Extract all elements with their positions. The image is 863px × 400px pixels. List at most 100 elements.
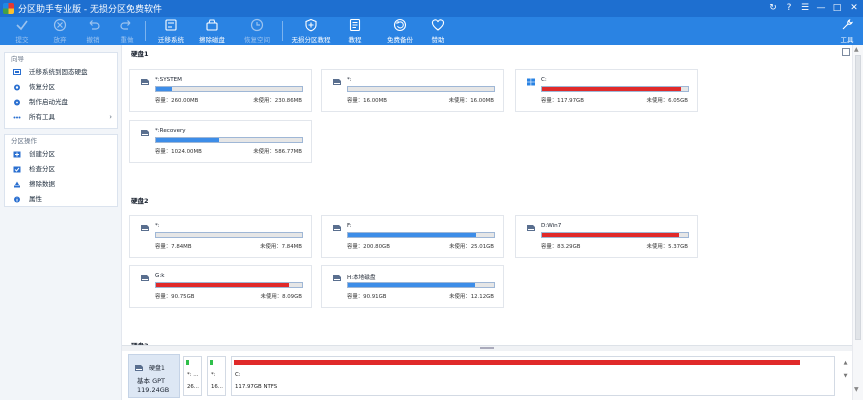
scroll-up-icon[interactable]: ▲ bbox=[854, 46, 859, 53]
partition-usage-bar bbox=[155, 282, 303, 288]
partition-card[interactable]: C: 容量：117.97GB 未使用：6.05GB bbox=[515, 69, 698, 112]
disk-map-partition-size: 16... bbox=[211, 384, 223, 390]
wizard-section: 向导 迁移系统到固态硬盘 恢复分区 制作启动光盘 所有工具 › bbox=[4, 52, 118, 129]
window-title: 分区助手专业版 - 无损分区免费软件 bbox=[18, 5, 162, 15]
disk-map-partition-size: 26... bbox=[187, 384, 199, 390]
disk-map-usage-bar bbox=[234, 360, 801, 365]
partition-name: *:SYSTEM bbox=[155, 77, 182, 83]
tutorial-icon bbox=[341, 18, 369, 33]
partition-usage-fill bbox=[156, 138, 219, 142]
sidebar-item-label: 创建分区 bbox=[29, 150, 55, 158]
sidebar-item-check-partition[interactable]: 检查分区 bbox=[5, 162, 117, 177]
close-button[interactable]: ✕ bbox=[845, 0, 863, 17]
toolbar-tutorial-lossless-button[interactable]: 无损分区教程 bbox=[289, 18, 333, 45]
sidebar-item-erase-data[interactable]: 擦除数据 bbox=[5, 177, 117, 192]
sidebar-item-boot-disc[interactable]: 制作启动光盘 bbox=[5, 95, 117, 110]
more-icon bbox=[13, 116, 21, 119]
splitter-grip[interactable] bbox=[480, 347, 494, 349]
partition-usage-bar bbox=[541, 232, 689, 238]
toolbar-discard-button[interactable]: 放弃 bbox=[47, 18, 73, 45]
disk-icon bbox=[135, 365, 143, 371]
maximize-button[interactable]: □ bbox=[829, 0, 845, 17]
scrollbar-thumb[interactable] bbox=[855, 55, 861, 340]
scroll-down-icon[interactable]: ▼ bbox=[854, 386, 859, 393]
partition-capacity: 容量：16.00MB bbox=[347, 98, 387, 104]
partition-card[interactable]: *: 容量：7.84MB 未使用：7.84MB bbox=[129, 215, 312, 258]
menu-icon[interactable]: ☰ bbox=[797, 0, 813, 17]
toolbar-separator bbox=[282, 21, 283, 41]
partition-card[interactable]: *:Recovery 容量：1024.00MB 未使用：586.77MB bbox=[129, 120, 312, 163]
partition-card[interactable]: D:Win7 容量：83.29GB 未使用：5.37GB bbox=[515, 215, 698, 258]
partition-capacity: 容量：90.91GB bbox=[347, 294, 387, 300]
operations-section-title: 分区操作 bbox=[11, 137, 37, 145]
sidebar-item-label: 属性 bbox=[29, 195, 42, 203]
erase-data-icon bbox=[14, 181, 20, 188]
scroll-down-icon[interactable]: ▼ bbox=[842, 370, 849, 383]
partition-capacity: 容量：1024.00MB bbox=[155, 149, 202, 155]
disk-map-partition[interactable]: C: 117.97GB NTFS bbox=[231, 356, 835, 396]
partition-card[interactable]: *:SYSTEM 容量：260.00MB 未使用：230.86MB bbox=[129, 69, 312, 112]
toolbar-commit-button[interactable]: 提交 bbox=[9, 18, 35, 45]
info-icon bbox=[14, 196, 20, 203]
partition-usage-bar bbox=[155, 86, 303, 92]
drive-icon bbox=[141, 225, 149, 231]
disk-map-usage-bar bbox=[210, 360, 213, 365]
partition-free: 未使用：230.86MB bbox=[253, 98, 302, 104]
view-toggle-icon[interactable] bbox=[842, 48, 850, 56]
partition-free: 未使用：586.77MB bbox=[253, 149, 302, 155]
sidebar-item-properties[interactable]: 属性 bbox=[5, 192, 117, 207]
partition-free: 未使用：25.01GB bbox=[449, 244, 494, 250]
sidebar-item-create-partition[interactable]: 创建分区 bbox=[5, 147, 117, 162]
partition-card[interactable]: F: 容量：200.80GB 未使用：25.01GB bbox=[321, 215, 504, 258]
sidebar-item-label: 擦除数据 bbox=[29, 180, 55, 188]
toolbar-undo-button[interactable]: 撤销 bbox=[80, 18, 106, 45]
partition-name: H:本地磁盘 bbox=[347, 275, 376, 281]
minimize-button[interactable]: — bbox=[813, 0, 829, 17]
partition-name: *:Recovery bbox=[155, 128, 186, 134]
partition-name: D:Win7 bbox=[541, 223, 562, 229]
partition-usage-bar bbox=[347, 86, 495, 92]
sidebar-item-all-tools[interactable]: 所有工具 › bbox=[5, 110, 117, 125]
partition-card[interactable]: H:本地磁盘 容量：90.91GB 未使用：12.12GB bbox=[321, 265, 504, 308]
help-icon[interactable]: ? bbox=[781, 0, 797, 17]
disk-map-partition-size: 117.97GB NTFS bbox=[235, 384, 278, 390]
create-partition-icon bbox=[13, 151, 21, 158]
partition-free: 未使用：12.12GB bbox=[449, 294, 494, 300]
partition-usage-fill bbox=[348, 233, 477, 237]
partition-free: 未使用：8.09GB bbox=[260, 294, 302, 300]
sidebar-item-recover-partition[interactable]: 恢复分区 bbox=[5, 80, 117, 95]
sidebar-item-migrate-ssd[interactable]: 迁移系统到固态硬盘 bbox=[5, 65, 117, 80]
sidebar-item-label: 制作启动光盘 bbox=[29, 98, 68, 106]
toolbar-tools-button[interactable]: 工具 bbox=[835, 18, 859, 45]
left-panel: 向导 迁移系统到固态硬盘 恢复分区 制作启动光盘 所有工具 › 分区操作 创建分… bbox=[0, 45, 122, 400]
partition-card[interactable]: G:k 容量：90.75GB 未使用：8.09GB bbox=[129, 265, 312, 308]
disk-map-scrollbar[interactable]: ▲ ▼ bbox=[842, 357, 849, 396]
sidebar-item-label: 恢复分区 bbox=[29, 83, 55, 91]
disk-summary[interactable]: 硬盘1 基本 GPT 119.24GB bbox=[128, 354, 180, 398]
partition-usage-fill bbox=[348, 283, 476, 287]
partition-usage-bar bbox=[155, 232, 303, 238]
toolbar-recover-space-button[interactable]: 恢复空间 bbox=[238, 18, 276, 45]
toolbar-sponsor-button[interactable]: 赞助 bbox=[424, 18, 452, 45]
partition-capacity: 容量：90.75GB bbox=[155, 294, 195, 300]
toolbar-migrate-os-button[interactable]: 迁移系统 bbox=[151, 18, 191, 45]
toolbar-separator bbox=[145, 21, 146, 41]
sidebar-item-label: 所有工具 bbox=[29, 113, 55, 121]
disk-map-partition[interactable]: *: 16... bbox=[207, 356, 226, 396]
toolbar-free-backup-button[interactable]: 免费备份 bbox=[384, 18, 416, 45]
partition-capacity: 容量：83.29GB bbox=[541, 244, 581, 250]
disk-size: 119.24GB bbox=[137, 386, 170, 394]
scroll-up-icon[interactable]: ▲ bbox=[842, 357, 849, 370]
disk-map: 硬盘1 基本 GPT 119.24GB *: ... 26... *: 16..… bbox=[122, 351, 852, 400]
toolbar-redo-button[interactable]: 重做 bbox=[114, 18, 140, 45]
refresh-icon[interactable]: ↻ bbox=[765, 0, 781, 17]
vertical-scrollbar[interactable]: ▲ ▼ bbox=[852, 45, 863, 400]
partition-name: *: bbox=[347, 77, 352, 83]
windows-icon bbox=[527, 78, 535, 86]
toolbar-wipe-disk-button[interactable]: 擦除磁盘 bbox=[195, 18, 229, 45]
partition-card[interactable]: *: 容量：16.00MB 未使用：16.00MB bbox=[321, 69, 504, 112]
boot-disc-icon bbox=[14, 99, 20, 106]
migrate-os-icon bbox=[151, 18, 191, 33]
toolbar-tutorial-button[interactable]: 教程 bbox=[341, 18, 369, 45]
disk-map-partition[interactable]: *: ... 26... bbox=[183, 356, 202, 396]
